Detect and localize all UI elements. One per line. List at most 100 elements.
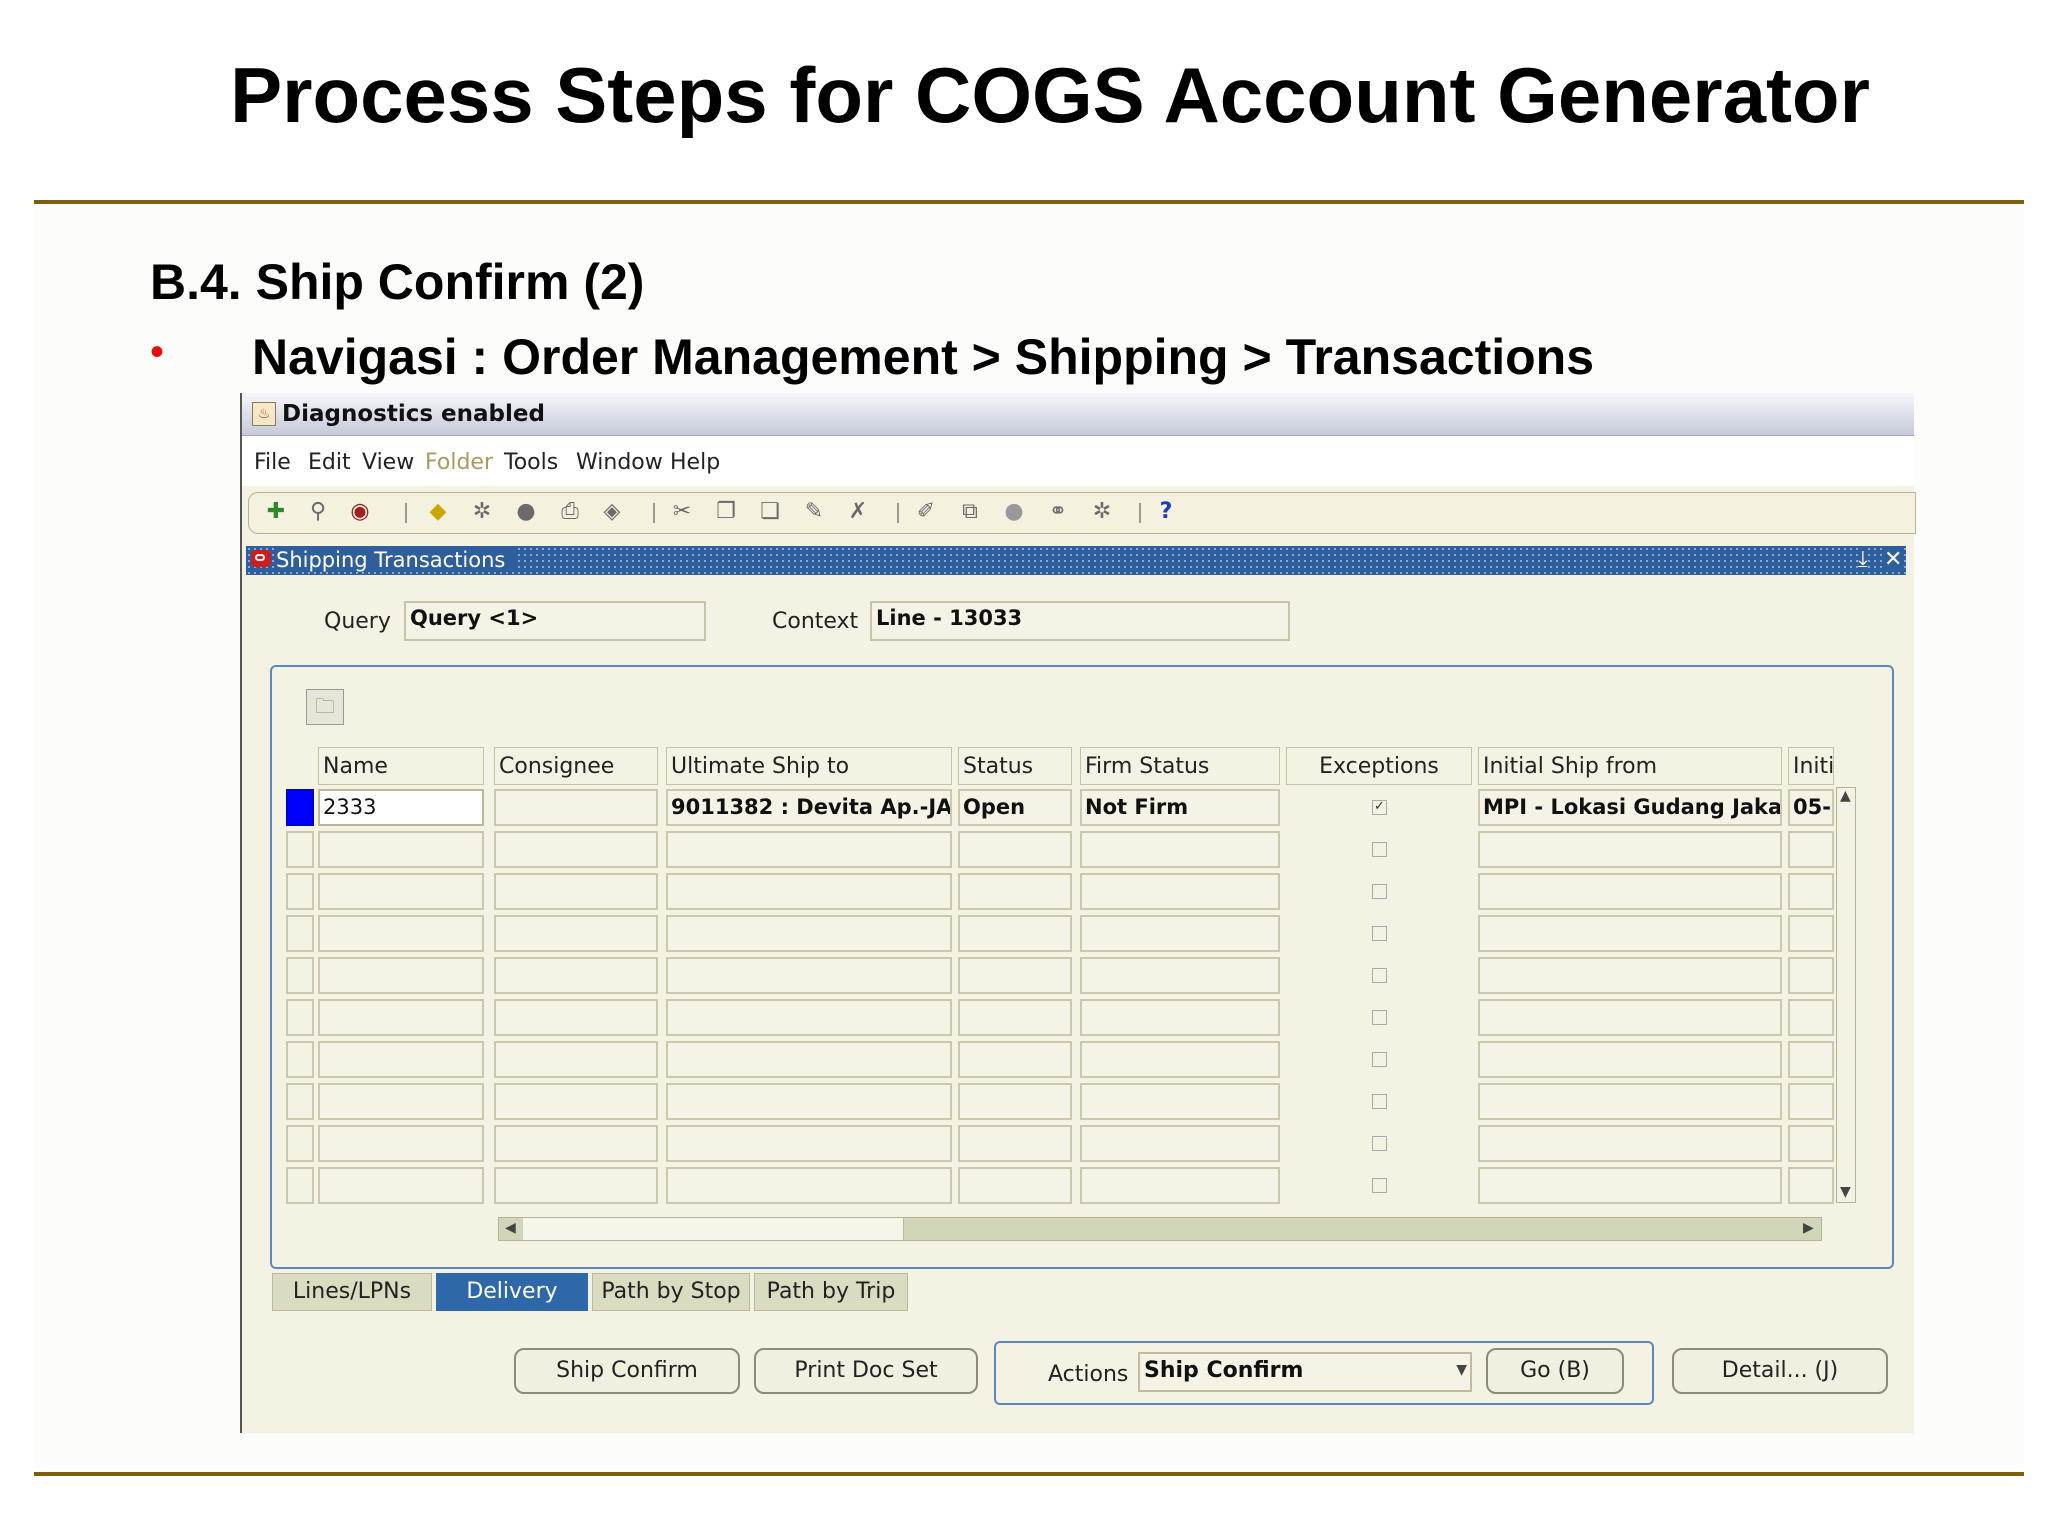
col-header-consignee[interactable]: Consignee (494, 747, 658, 785)
cell-firm-status[interactable] (1080, 873, 1280, 910)
menu-help[interactable]: Help (670, 450, 720, 475)
cell-status[interactable] (958, 1125, 1072, 1162)
cell-initial-date[interactable] (1788, 1083, 1834, 1120)
cell-status[interactable] (958, 831, 1072, 868)
cell-name[interactable] (318, 831, 484, 868)
col-header-name[interactable]: Name (318, 747, 484, 785)
find-icon[interactable]: ⚲ (305, 499, 331, 525)
cell-initial-date[interactable] (1788, 1125, 1834, 1162)
folder-icon[interactable]: 🗀 (306, 689, 344, 725)
tab-path-by-stop[interactable]: Path by Stop (592, 1273, 750, 1311)
exceptions-checkbox[interactable] (1372, 842, 1387, 857)
translations-icon[interactable]: ● (1001, 499, 1027, 525)
ship-confirm-button[interactable]: Ship Confirm (514, 1348, 740, 1394)
row-indicator[interactable] (286, 1167, 314, 1204)
cell-ultimate-ship-to[interactable] (666, 1083, 952, 1120)
context-field[interactable]: Line - 13033 (870, 601, 1290, 641)
menu-file[interactable]: File (254, 450, 291, 475)
cell-initial-ship-from[interactable] (1478, 915, 1782, 952)
vertical-scrollbar[interactable]: ▲ ▼ (1836, 787, 1856, 1203)
cell-name[interactable] (318, 1041, 484, 1078)
cell-name[interactable]: 2333 (318, 789, 484, 826)
close-form-icon[interactable]: ◈ (599, 499, 625, 525)
scroll-up-icon[interactable]: ▲ (1840, 788, 1851, 804)
go-button[interactable]: Go (B) (1486, 1348, 1624, 1394)
row-indicator[interactable] (286, 1125, 314, 1162)
exceptions-checkbox[interactable]: ✓ (1372, 800, 1387, 815)
menu-folder[interactable]: Folder (425, 450, 493, 475)
cell-ultimate-ship-to[interactable] (666, 1041, 952, 1078)
col-header-initial-date[interactable]: Initi: (1788, 747, 1834, 785)
menu-edit[interactable]: Edit (308, 450, 351, 475)
cell-consignee[interactable] (494, 873, 658, 910)
row-indicator[interactable] (286, 915, 314, 952)
cell-name[interactable] (318, 1083, 484, 1120)
cell-initial-date[interactable]: 05-F (1788, 789, 1834, 826)
cell-initial-ship-from[interactable] (1478, 831, 1782, 868)
cell-name[interactable] (318, 915, 484, 952)
cell-initial-date[interactable] (1788, 831, 1834, 868)
cell-initial-ship-from[interactable]: MPI - Lokasi Gudang Jakar (1478, 789, 1782, 826)
cell-initial-date[interactable] (1788, 915, 1834, 952)
cell-consignee[interactable] (494, 1041, 658, 1078)
edit-field-icon[interactable]: ✐ (913, 499, 939, 525)
cell-initial-date[interactable] (1788, 873, 1834, 910)
exceptions-checkbox[interactable] (1372, 1178, 1387, 1193)
cell-consignee[interactable] (494, 957, 658, 994)
cell-ultimate-ship-to[interactable] (666, 957, 952, 994)
cell-ultimate-ship-to[interactable]: 9011382 : Devita Ap.-JAKA (666, 789, 952, 826)
actions-select[interactable]: Ship Confirm ▼ (1138, 1352, 1472, 1392)
new-icon[interactable]: ✚ (263, 499, 289, 525)
cell-status[interactable] (958, 957, 1072, 994)
row-indicator[interactable] (286, 789, 314, 826)
tab-lines-lpns[interactable]: Lines/LPNs (272, 1273, 432, 1311)
cell-status[interactable] (958, 1083, 1072, 1120)
clear-record-icon[interactable]: ✎ (801, 499, 827, 525)
row-indicator[interactable] (286, 873, 314, 910)
cut-icon[interactable]: ✂ (669, 499, 695, 525)
cell-consignee[interactable] (494, 999, 658, 1036)
exceptions-checkbox[interactable] (1372, 1052, 1387, 1067)
cell-initial-ship-from[interactable] (1478, 873, 1782, 910)
scroll-left-icon[interactable]: ◀ (505, 1220, 516, 1236)
cell-firm-status[interactable] (1080, 957, 1280, 994)
row-indicator[interactable] (286, 831, 314, 868)
cell-initial-ship-from[interactable] (1478, 1167, 1782, 1204)
cell-consignee[interactable] (494, 1083, 658, 1120)
cell-firm-status[interactable]: Not Firm (1080, 789, 1280, 826)
cell-initial-ship-from[interactable] (1478, 957, 1782, 994)
minimize-icon[interactable]: ⤓ (1858, 547, 1868, 572)
row-indicator[interactable] (286, 1083, 314, 1120)
tab-delivery[interactable]: Delivery (436, 1273, 588, 1311)
cell-ultimate-ship-to[interactable] (666, 831, 952, 868)
exceptions-checkbox[interactable] (1372, 1094, 1387, 1109)
close-icon[interactable]: ✕ (1884, 547, 1903, 572)
zoom-icon[interactable]: ⧉ (957, 499, 983, 525)
cell-name[interactable] (318, 1125, 484, 1162)
scroll-right-icon[interactable]: ▶ (1803, 1220, 1814, 1236)
cell-status[interactable] (958, 999, 1072, 1036)
help-icon[interactable]: ? (1153, 499, 1179, 525)
col-header-initial-ship-from[interactable]: Initial Ship from (1478, 747, 1782, 785)
cell-status[interactable] (958, 1167, 1072, 1204)
cell-firm-status[interactable] (1080, 1083, 1280, 1120)
row-indicator[interactable] (286, 957, 314, 994)
cell-name[interactable] (318, 1167, 484, 1204)
paste-icon[interactable]: ❏ (757, 499, 783, 525)
exceptions-checkbox[interactable] (1372, 1010, 1387, 1025)
cell-initial-ship-from[interactable] (1478, 1041, 1782, 1078)
cell-initial-ship-from[interactable] (1478, 1083, 1782, 1120)
cell-ultimate-ship-to[interactable] (666, 1167, 952, 1204)
delete-record-icon[interactable]: ✗ (845, 499, 871, 525)
scroll-down-icon[interactable]: ▼ (1840, 1184, 1851, 1200)
cell-ultimate-ship-to[interactable] (666, 1125, 952, 1162)
exceptions-checkbox[interactable] (1372, 1136, 1387, 1151)
menu-view[interactable]: View (362, 450, 414, 475)
cell-status[interactable] (958, 873, 1072, 910)
print-doc-set-button[interactable]: Print Doc Set (754, 1348, 978, 1394)
cell-status[interactable] (958, 915, 1072, 952)
switch-responsibility-icon[interactable]: ● (513, 499, 539, 525)
cell-firm-status[interactable] (1080, 915, 1280, 952)
next-step-icon[interactable]: ✲ (469, 499, 495, 525)
col-header-status[interactable]: Status (958, 747, 1072, 785)
